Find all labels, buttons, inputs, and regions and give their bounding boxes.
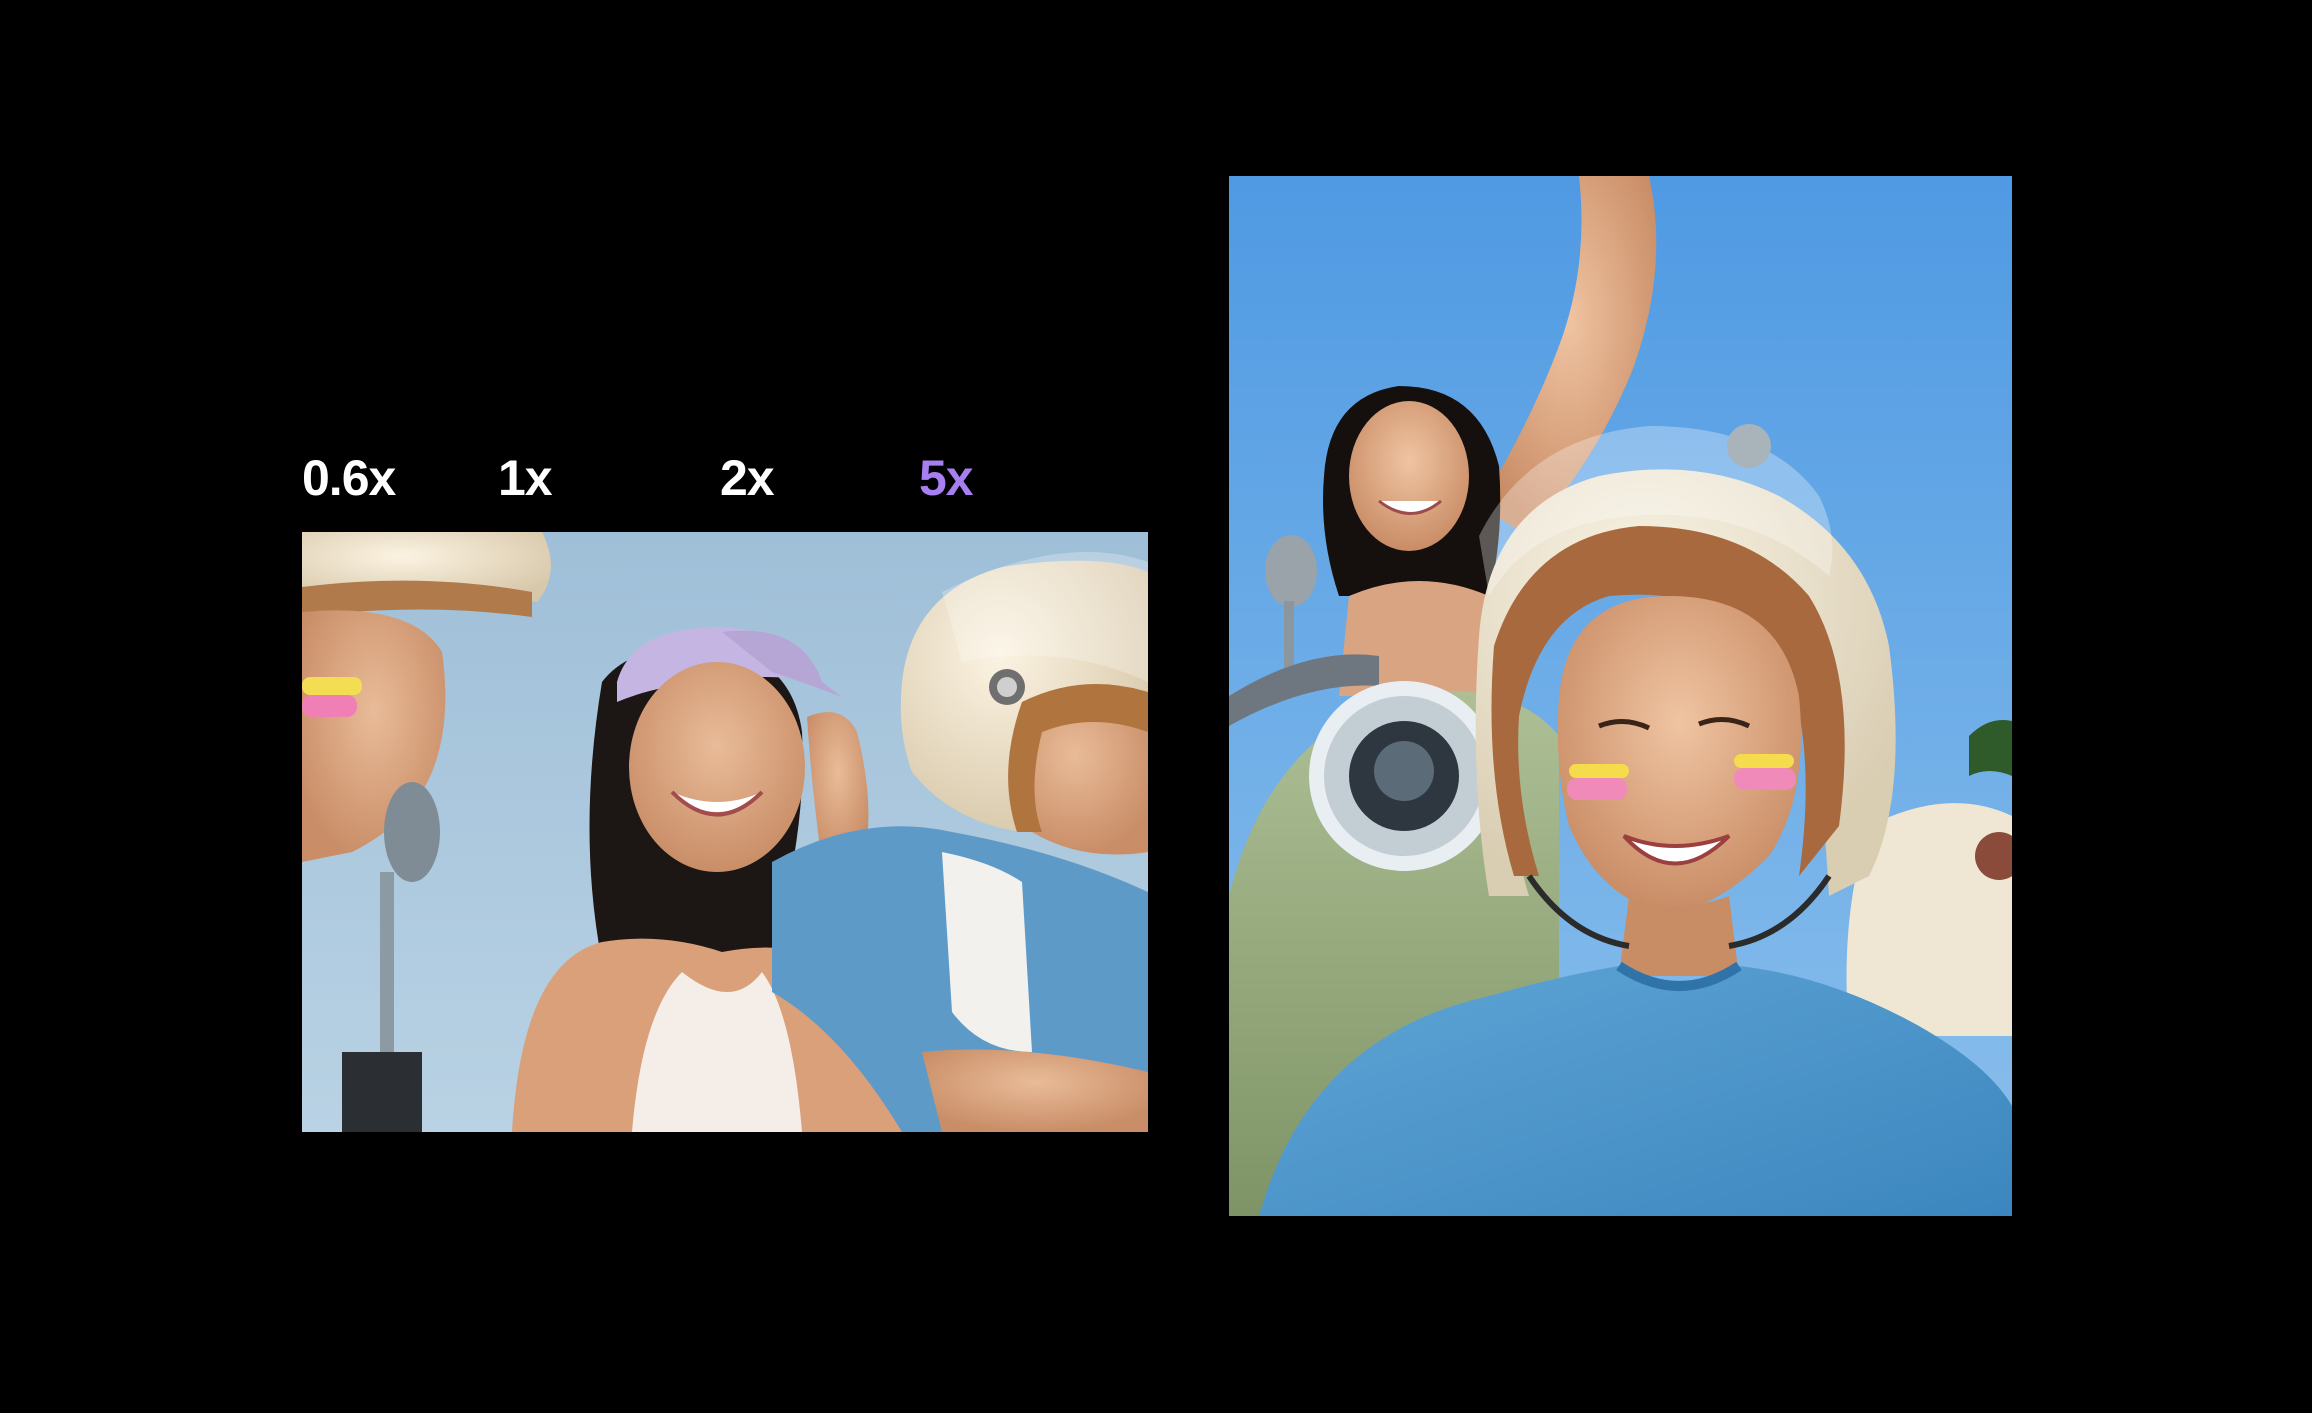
zoom-selector: 0.6x 1x 2x 5x <box>302 442 1002 514</box>
zoom-option-1x[interactable]: 1x <box>498 442 553 514</box>
zoom-option-5x[interactable]: 5x <box>919 442 974 514</box>
selfie-scooter-photo <box>1229 176 2012 1216</box>
group-scooter-photo <box>302 532 1148 1132</box>
zoom-option-2x[interactable]: 2x <box>720 442 775 514</box>
camera-zoom-showcase: 0.6x 1x 2x 5x <box>0 0 2312 1413</box>
zoom-option-0-6x[interactable]: 0.6x <box>302 442 396 514</box>
